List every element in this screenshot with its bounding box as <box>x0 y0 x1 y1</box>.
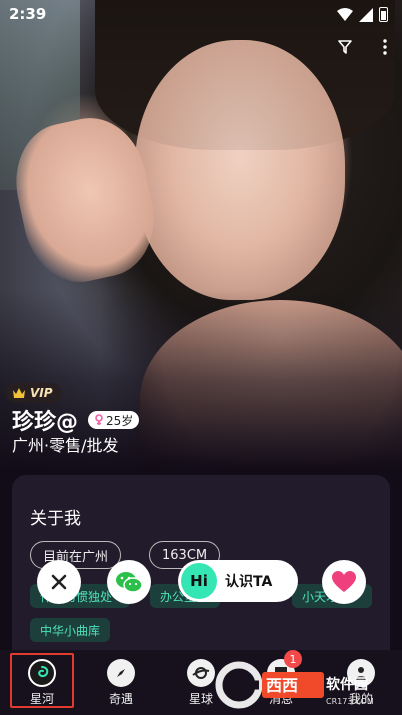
say-hi-button[interactable]: Hi 认识TA <box>178 560 298 602</box>
wechat-button[interactable] <box>107 560 151 604</box>
interest-tag: 中华小曲库 <box>30 618 111 642</box>
hi-circle: Hi <box>181 563 217 599</box>
age-label: 25岁 <box>106 413 134 428</box>
status-time: 2:39 <box>9 5 47 23</box>
location-occupation: 广州·零售/批发 <box>12 436 119 455</box>
wifi-icon <box>337 7 353 21</box>
svg-text:软件园: 软件园 <box>326 676 368 693</box>
top-actions <box>336 38 394 56</box>
compass-icon <box>107 659 135 687</box>
tab-label-adventure: 奇遇 <box>108 692 133 706</box>
dislike-button[interactable] <box>37 560 81 604</box>
close-icon <box>51 574 67 590</box>
crown-icon <box>13 388 25 398</box>
vip-badge: VIP <box>6 383 61 403</box>
age-badge: 25岁 <box>88 411 140 429</box>
hi-label: 认识TA <box>225 574 273 590</box>
status-icons <box>337 7 388 22</box>
svg-text:西西: 西西 <box>266 676 298 695</box>
female-icon <box>95 414 103 425</box>
like-button[interactable] <box>322 560 366 604</box>
tab-adventure[interactable]: 奇遇 <box>81 650 161 715</box>
status-bar: 2:39 <box>0 0 402 30</box>
tab-label-planet: 星球 <box>188 692 213 706</box>
heart-icon <box>332 571 356 592</box>
svg-text:CR173.COM: CR173.COM <box>326 697 374 706</box>
battery-icon <box>379 7 388 22</box>
filter-icon <box>338 40 352 54</box>
wechat-icon <box>116 572 143 593</box>
about-title: 关于我 <box>30 509 81 529</box>
watermark-logo: 西西 软件园 CR173.COM <box>215 661 374 709</box>
profile-photo[interactable] <box>0 0 402 470</box>
more-vertical-icon <box>383 39 387 55</box>
signal-icon <box>359 7 373 22</box>
photo-face <box>135 40 345 300</box>
more-button[interactable] <box>376 38 394 56</box>
active-tab-outline <box>10 653 74 708</box>
filter-button[interactable] <box>336 38 354 56</box>
action-row: Hi 认识TA <box>0 558 402 608</box>
vip-label: VIP <box>30 386 53 400</box>
planet-icon <box>187 659 215 687</box>
